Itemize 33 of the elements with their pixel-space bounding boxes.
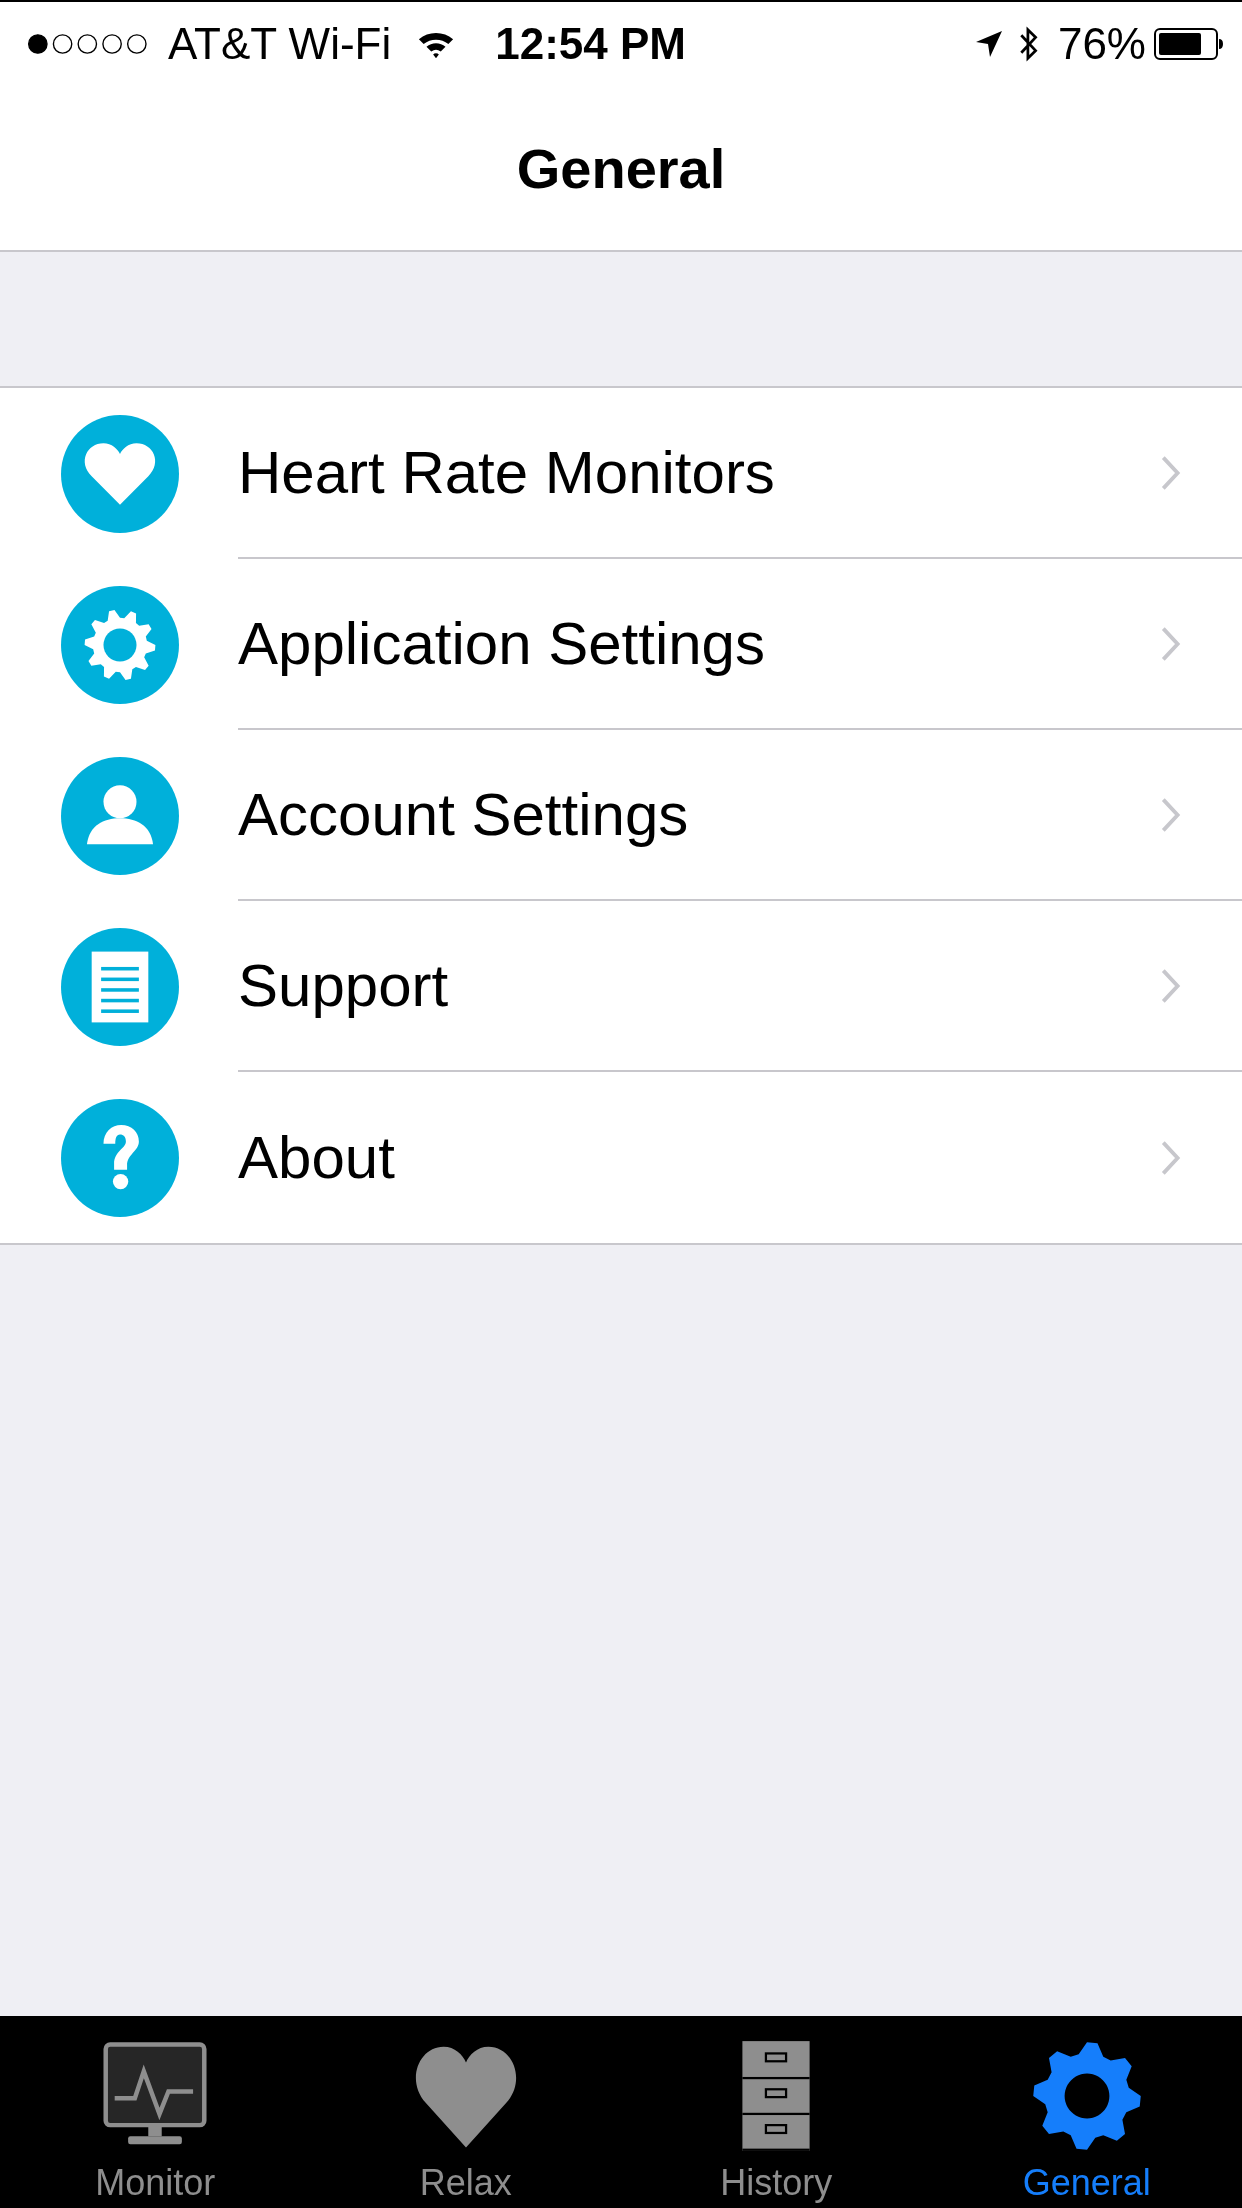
menu-item[interactable]: About — [0, 1072, 1242, 1243]
chevron-icon — [1160, 1138, 1182, 1177]
document-icon — [61, 927, 179, 1046]
menu-label: About — [238, 1123, 396, 1192]
tab[interactable]: Relax — [310, 2016, 621, 2208]
menu-item[interactable]: Account Settings — [0, 730, 1242, 901]
tab[interactable]: History — [621, 2016, 932, 2208]
menu-item[interactable]: Heart Rate Monitors — [0, 388, 1242, 559]
menu-label: Application Settings — [238, 609, 766, 678]
menu-item[interactable]: Support — [0, 901, 1242, 1072]
chevron-icon — [1160, 966, 1182, 1005]
tab-label: Relax — [419, 2162, 512, 2204]
person-icon — [61, 756, 179, 875]
tab[interactable]: Monitor — [0, 2016, 311, 2208]
clock: 12:54 PM — [495, 19, 686, 69]
tab-label: General — [1022, 2162, 1151, 2204]
chevron-icon — [1160, 795, 1182, 834]
battery-icon — [1154, 28, 1224, 60]
tab[interactable]: General — [931, 2016, 1242, 2208]
tab-label: Monitor — [95, 2162, 216, 2204]
battery-percent: 76% — [1057, 19, 1146, 69]
page-title: General — [516, 135, 726, 201]
settings-icon — [1030, 2040, 1143, 2152]
menu-item[interactable]: Application Settings — [0, 559, 1242, 730]
menu-label: Heart Rate Monitors — [238, 438, 776, 507]
tab-label: History — [720, 2162, 833, 2204]
chevron-icon — [1160, 624, 1182, 663]
menu-label: Support — [238, 951, 450, 1020]
chevron-icon — [1160, 453, 1182, 492]
carrier-name: AT&T Wi-Fi — [168, 19, 392, 69]
question-icon — [61, 1098, 179, 1217]
settings-icon — [61, 585, 179, 704]
menu-label: Account Settings — [238, 780, 690, 849]
